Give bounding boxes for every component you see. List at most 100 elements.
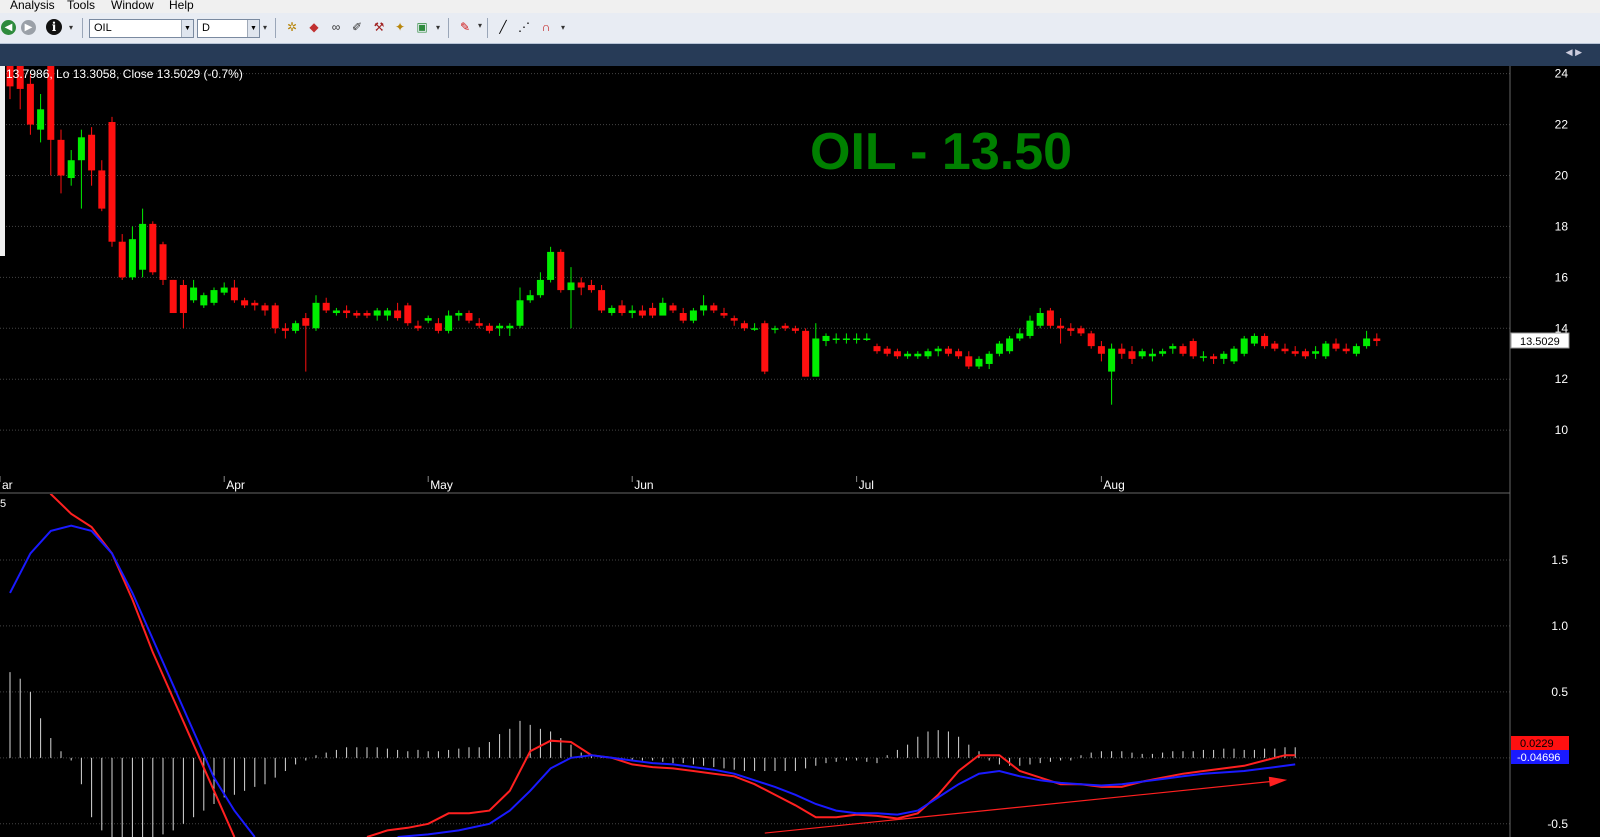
candle-body: [1220, 353, 1228, 359]
menu-help[interactable]: Help: [169, 0, 194, 12]
menu-window[interactable]: Window: [111, 0, 154, 12]
candle-body: [108, 122, 116, 242]
candle-body: [373, 310, 381, 316]
hammer-icon[interactable]: ⚒: [370, 18, 388, 36]
candle-body: [883, 348, 891, 354]
candle-body: [628, 310, 636, 314]
menu-analysis[interactable]: Analysis: [10, 0, 55, 12]
tag-icon[interactable]: ◆: [305, 18, 323, 36]
candle-body: [1148, 353, 1156, 357]
candle-body: [1179, 346, 1187, 354]
candle-body: [771, 328, 779, 330]
candle-body: [1189, 341, 1197, 357]
candle-body: [169, 279, 177, 314]
candle-body: [863, 338, 871, 340]
candle-body: [1281, 348, 1289, 352]
candle-body: [1301, 351, 1309, 357]
settings-icon[interactable]: ✲: [283, 18, 301, 36]
candle-body: [1036, 313, 1044, 326]
macd-top-label: 5: [0, 498, 6, 510]
info-icon[interactable]: i: [46, 19, 62, 35]
candle-body: [241, 300, 249, 306]
candle-body: [557, 251, 565, 291]
candle-body: [343, 310, 351, 314]
candle-body: [281, 328, 289, 331]
candle-body: [659, 302, 667, 316]
candle-body: [302, 318, 310, 326]
candle-body: [608, 307, 616, 314]
candle-body: [251, 302, 259, 306]
candle-body: [424, 318, 432, 321]
wand-icon[interactable]: ✦: [391, 18, 409, 36]
glasses-icon[interactable]: ∞: [327, 18, 345, 36]
candle-body: [77, 137, 85, 161]
price-annotation: OIL - 13.50: [810, 123, 1072, 181]
signal-value-label: -0.04696: [1517, 752, 1560, 764]
candle-body: [924, 351, 932, 357]
candle-body: [98, 170, 106, 209]
price-tick-label: 10: [1555, 423, 1569, 437]
magnet-icon[interactable]: ∩: [537, 18, 555, 36]
x-axis-labels: ar Apr May Jun Jul Aug: [0, 476, 1125, 492]
candle-body: [516, 300, 524, 326]
line-draw-icon[interactable]: ╱: [494, 18, 512, 36]
scroll-arrows-icon[interactable]: ◀ ▶: [1566, 47, 1582, 58]
toolbar-grip-icon[interactable]: ▾: [69, 23, 73, 32]
menu-tools[interactable]: Tools: [67, 0, 95, 12]
candle-body: [496, 325, 504, 329]
price-tick-label: 24: [1555, 67, 1569, 81]
toolbar-grip-icon[interactable]: ▾: [561, 23, 565, 32]
toolbar-grip-icon[interactable]: ▾: [263, 23, 267, 32]
candle-body: [1250, 335, 1258, 344]
candle-body: [1169, 346, 1177, 349]
candle-body: [67, 160, 75, 179]
dotted-line-icon[interactable]: ⋰: [515, 18, 533, 36]
chart-area[interactable]: 13.7986, Lo 13.3058, Close 13.5029 (-0.7…: [0, 66, 1600, 837]
candle-body: [1046, 310, 1054, 326]
candle-body: [944, 348, 952, 354]
candle-body: [618, 305, 626, 314]
interval-combo[interactable]: D ▼: [197, 19, 260, 38]
side-panel-edge[interactable]: [0, 66, 5, 256]
candle-body: [26, 83, 34, 125]
symbol-dropdown-icon[interactable]: ▼: [181, 20, 193, 37]
forward-icon[interactable]: ▶: [21, 20, 36, 35]
candle-body: [1006, 338, 1014, 352]
x-tick-label: Aug: [1103, 478, 1124, 492]
price-tick-label: 12: [1555, 372, 1569, 386]
candle-body: [700, 305, 708, 311]
candle-body: [332, 310, 340, 314]
candle-body: [873, 346, 881, 352]
candle-body: [179, 285, 187, 314]
candle-body: [1230, 348, 1238, 362]
candle-body: [1097, 346, 1105, 354]
candle-body: [210, 290, 218, 303]
candle-body: [139, 223, 147, 270]
separator: [275, 18, 276, 38]
candle-body: [842, 338, 850, 340]
candle-body: [638, 310, 646, 316]
candle-body: [88, 134, 96, 171]
candle-body: [934, 348, 942, 352]
pen-color-icon[interactable]: ✎: [456, 18, 474, 36]
candle-body: [128, 239, 136, 278]
price-pane[interactable]: 13.7986, Lo 13.3058, Close 13.5029 (-0.7…: [0, 66, 1510, 492]
candle-body: [485, 325, 493, 331]
back-icon[interactable]: ◀: [1, 20, 16, 35]
interval-dropdown-icon[interactable]: ▼: [247, 20, 259, 37]
chart-tool-icon[interactable]: ✐: [348, 18, 366, 36]
export-icon[interactable]: ▣: [413, 18, 431, 36]
candle-body: [904, 353, 912, 357]
candle-body: [832, 338, 840, 340]
candle-body: [159, 244, 167, 280]
trendline-arrow: [764, 779, 1284, 834]
candle-body: [37, 109, 45, 130]
toolbar-grip-icon[interactable]: ▾: [436, 23, 440, 32]
candle-body: [292, 323, 300, 331]
symbol-combo[interactable]: OIL ▼: [89, 19, 194, 38]
last-price-marker: 13.5029: [1510, 332, 1570, 349]
candle-body: [567, 282, 575, 291]
candle-body: [1240, 338, 1248, 354]
pen-dropdown-icon[interactable]: ▾: [478, 21, 482, 30]
candle-body: [1261, 335, 1269, 347]
